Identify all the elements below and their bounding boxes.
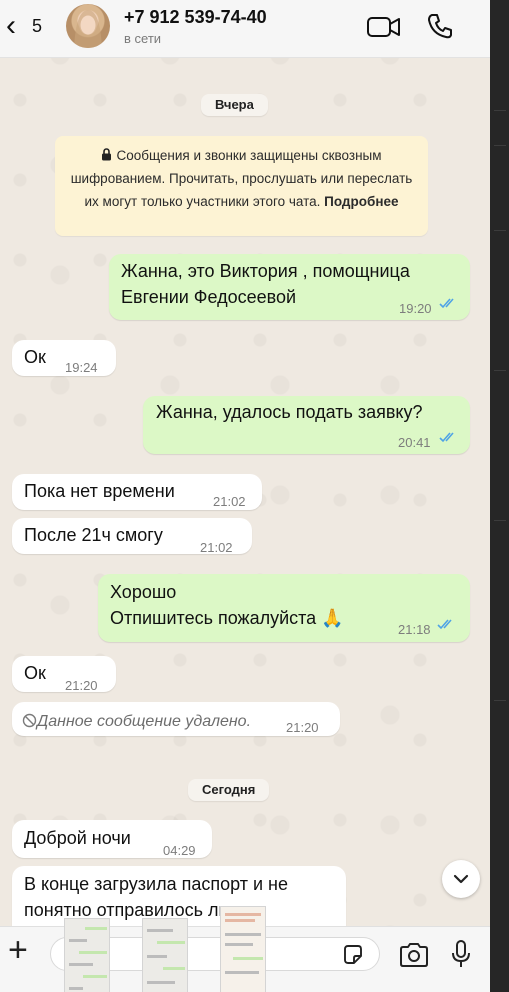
- contact-name[interactable]: +7 912 539-74-40: [124, 7, 267, 28]
- camera-icon[interactable]: [398, 941, 430, 969]
- message-deleted[interactable]: Данное сообщение удалено. 21:20: [12, 702, 340, 736]
- avatar[interactable]: [66, 4, 110, 48]
- attachment-thumbnail[interactable]: [64, 918, 110, 992]
- message-time: 21:20: [65, 678, 98, 693]
- message-outgoing[interactable]: Хорошо Отпишитесь пожалуйста 🙏 21:18: [98, 574, 470, 642]
- read-checks-icon: [439, 432, 454, 443]
- date-chip-today: Сегодня: [188, 779, 270, 801]
- message-text-line: В конце загрузила паспорт и не: [24, 874, 288, 894]
- message-outgoing[interactable]: Жанна, удалось подать заявку? 20:41: [143, 396, 470, 454]
- video-call-icon[interactable]: [366, 14, 402, 40]
- plus-icon[interactable]: +: [8, 933, 28, 967]
- encryption-more-link[interactable]: Подробнее: [324, 194, 398, 209]
- attachment-thumbnail[interactable]: [220, 906, 266, 992]
- message-incoming[interactable]: После 21ч смогу 21:02: [12, 518, 252, 555]
- background-edge: [490, 0, 509, 992]
- message-time: 20:41: [398, 435, 431, 450]
- deleted-message-text: Данное сообщение удалено.: [37, 713, 252, 730]
- phone-call-icon[interactable]: [426, 12, 454, 40]
- encryption-notice[interactable]: Сообщения и звонки защищены сквозным шиф…: [55, 136, 428, 236]
- lock-icon: [102, 148, 112, 161]
- message-incoming[interactable]: Доброй ночи 04:29: [12, 820, 212, 858]
- contact-status: в сети: [124, 31, 162, 46]
- chevron-down-icon: [453, 874, 469, 884]
- read-checks-icon: [439, 298, 454, 309]
- chat-screen: ‹ 5 +7 912 539-74-40 в сети Вчера Сообще…: [0, 0, 490, 992]
- sticker-icon[interactable]: [341, 943, 365, 967]
- message-incoming[interactable]: Ок 21:20: [12, 656, 116, 693]
- message-text-line: Жанна, удалось подать заявку?: [156, 402, 423, 422]
- message-time: 19:24: [65, 360, 98, 375]
- scroll-to-bottom-button[interactable]: [442, 860, 480, 898]
- message-text-line: Хорошо: [110, 582, 177, 602]
- date-chip-yesterday: Вчера: [201, 94, 268, 116]
- deleted-icon: [22, 713, 37, 728]
- message-time: 21:20: [286, 720, 319, 735]
- message-time: 21:18: [398, 622, 431, 637]
- message-time: 19:20: [399, 301, 432, 316]
- attachment-thumbnails: [64, 904, 274, 992]
- microphone-icon[interactable]: [450, 939, 472, 969]
- message-time: 04:29: [163, 843, 196, 858]
- back-chevron-icon[interactable]: ‹: [6, 11, 16, 41]
- chat-header: ‹ 5 +7 912 539-74-40 в сети: [0, 0, 490, 58]
- message-text-line: Жанна, это Виктория , помощница: [121, 261, 410, 281]
- message-time: 21:02: [200, 540, 233, 555]
- unread-count[interactable]: 5: [32, 16, 42, 37]
- message-time: 21:02: [213, 494, 246, 509]
- attachment-thumbnail[interactable]: [142, 918, 188, 992]
- read-checks-icon: [437, 619, 452, 630]
- message-incoming[interactable]: Пока нет времени 21:02: [12, 474, 262, 510]
- message-incoming[interactable]: Ок 19:24: [12, 340, 116, 376]
- message-outgoing[interactable]: Жанна, это Виктория , помощница Евгении …: [109, 254, 470, 320]
